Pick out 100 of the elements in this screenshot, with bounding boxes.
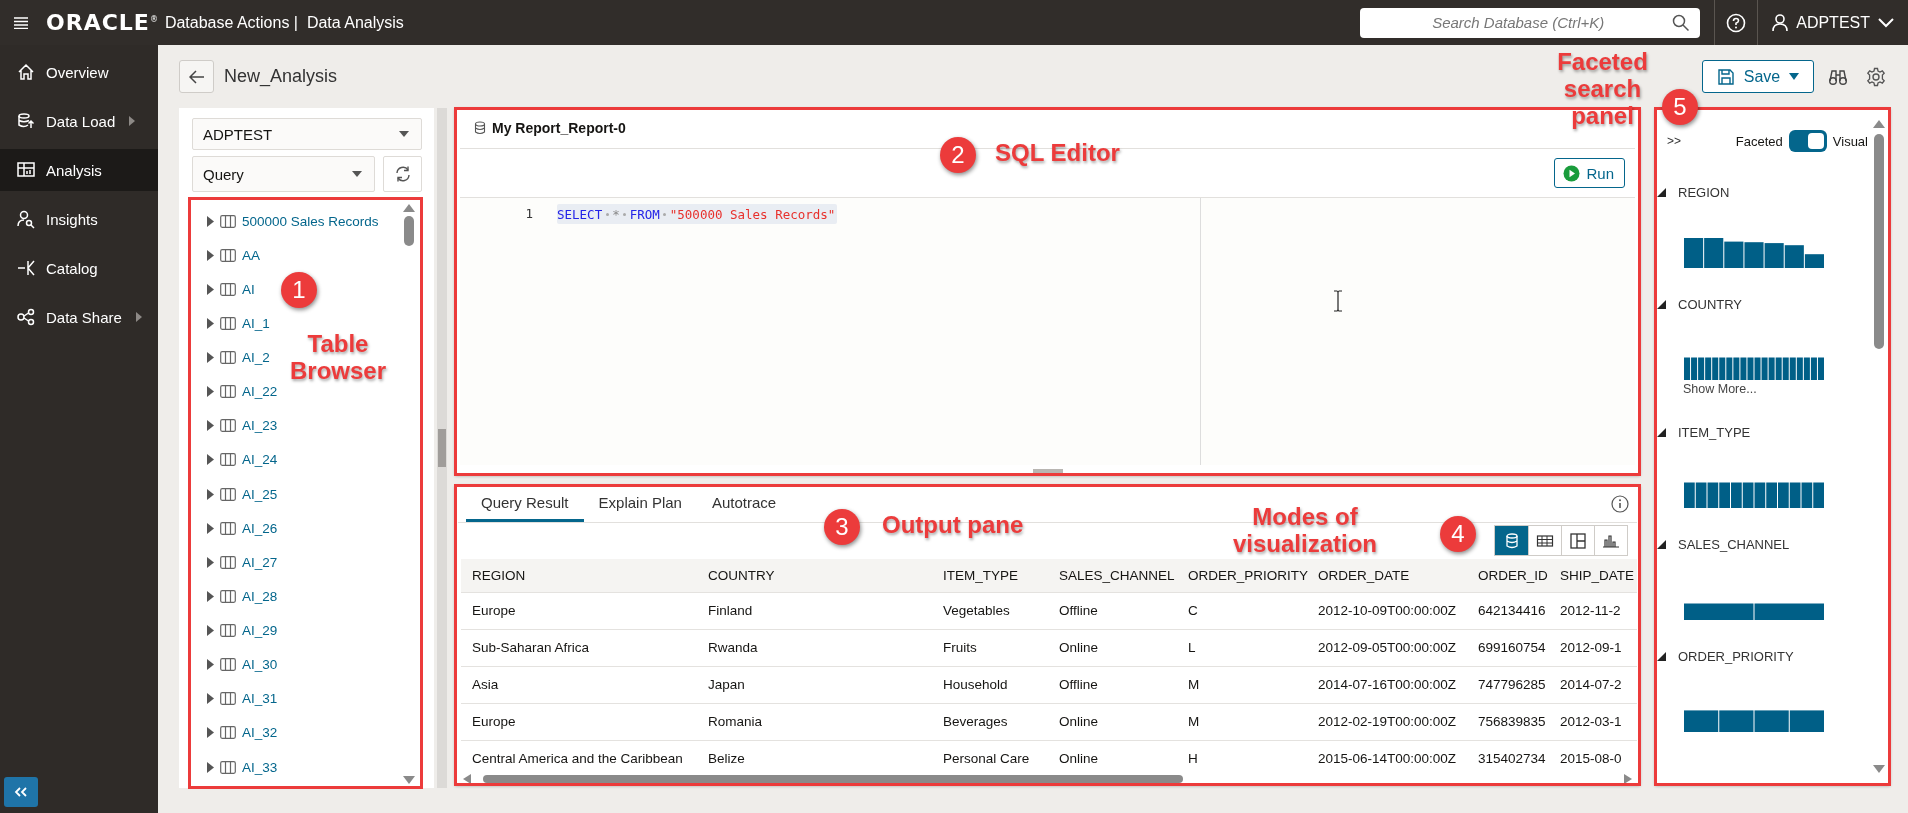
save-button[interactable]: Save bbox=[1702, 60, 1814, 93]
facet-title: REGION bbox=[1678, 184, 1730, 200]
scroll-down-icon[interactable] bbox=[403, 776, 415, 784]
table-icon bbox=[220, 692, 236, 706]
table-tree-item[interactable]: AI_25 bbox=[195, 477, 278, 512]
table-cell-text: 756839835 bbox=[1477, 714, 1547, 730]
resize-handle[interactable] bbox=[1032, 469, 1063, 475]
output-tab[interactable]: Query Result bbox=[466, 486, 584, 523]
column-header[interactable]: SHIP_DATE bbox=[1549, 567, 1637, 583]
scroll-right-icon[interactable] bbox=[1624, 774, 1632, 785]
info-icon[interactable] bbox=[1611, 494, 1629, 513]
table-tree-item[interactable]: AI_23 bbox=[195, 408, 278, 443]
scrollbar-thumb[interactable] bbox=[483, 775, 1183, 784]
scroll-left-icon[interactable] bbox=[463, 774, 471, 785]
table-tree-item[interactable]: AI_24 bbox=[195, 442, 278, 477]
facet-title: ITEM_TYPE bbox=[1678, 424, 1751, 440]
table-icon bbox=[220, 214, 236, 228]
column-header[interactable]: REGION bbox=[461, 567, 697, 583]
show-more-link[interactable]: Show More... bbox=[1683, 382, 1757, 396]
table-tree-item[interactable]: AI_33 bbox=[195, 750, 278, 785]
table-cell-text: Europe bbox=[471, 603, 517, 619]
table-tree-item[interactable]: AI_31 bbox=[195, 681, 278, 716]
collapse-triangle-icon[interactable] bbox=[1657, 651, 1666, 661]
run-button[interactable]: Run bbox=[1554, 158, 1625, 188]
output-tab[interactable]: Explain Plan bbox=[583, 486, 697, 523]
sidebar-item[interactable]: Data Share bbox=[0, 296, 158, 338]
table-cell-text: 2015-06-14T00:00:00Z bbox=[1317, 751, 1458, 767]
table-cell-text: Offline bbox=[1058, 677, 1099, 693]
table-tree-item[interactable]: AI_1 bbox=[195, 306, 270, 341]
splitter-handle[interactable] bbox=[438, 429, 446, 467]
object-type-select[interactable]: Query bbox=[192, 156, 375, 192]
help-icon bbox=[1726, 12, 1747, 33]
table-tree-item[interactable]: AI_29 bbox=[195, 613, 278, 648]
menu-icon[interactable] bbox=[14, 16, 28, 29]
table-cell-text: 2012-09-1 bbox=[1559, 640, 1623, 656]
column-header[interactable]: ORDER_ID bbox=[1467, 567, 1549, 583]
table-cell-text: 642134416 bbox=[1477, 603, 1547, 619]
search-field[interactable]: Search Database (Ctrl+K) bbox=[1360, 7, 1701, 38]
sidebar-item[interactable]: Insights bbox=[0, 198, 158, 240]
binoculars-icon bbox=[1828, 67, 1848, 86]
facet-title: COUNTRY bbox=[1678, 296, 1743, 312]
callout-number: 5 bbox=[1662, 89, 1698, 125]
table-icon bbox=[220, 555, 236, 569]
column-header[interactable]: ORDER_DATE bbox=[1307, 567, 1467, 583]
database-icon bbox=[474, 121, 486, 135]
table-tree-item[interactable]: AI_28 bbox=[195, 579, 278, 614]
callout-label: SQL Editor bbox=[995, 139, 1121, 166]
collapse-triangle-icon[interactable] bbox=[1657, 539, 1666, 549]
sidebar-item[interactable]: Catalog bbox=[0, 247, 158, 289]
schema-select[interactable]: ADPTEST bbox=[192, 118, 422, 150]
scroll-up-icon[interactable] bbox=[1873, 120, 1885, 128]
facet-title: ORDER_PRIORITY bbox=[1678, 648, 1794, 664]
database-upload-icon bbox=[16, 111, 36, 131]
collapse-triangle-icon[interactable] bbox=[1657, 427, 1666, 437]
collapse-facets-button[interactable]: >> bbox=[1663, 134, 1685, 148]
table-icon bbox=[220, 521, 236, 535]
callout-label: Table Browser bbox=[290, 330, 386, 384]
table-tree-item[interactable]: AI bbox=[195, 272, 255, 307]
scroll-down-icon[interactable] bbox=[1873, 765, 1885, 773]
table-tree-item[interactable]: AI_22 bbox=[195, 374, 278, 409]
sidebar-item[interactable]: Analysis bbox=[0, 149, 158, 191]
table-icon bbox=[220, 726, 236, 740]
facet-bars-drawing[interactable] bbox=[1684, 238, 1825, 268]
refresh-button[interactable] bbox=[383, 156, 422, 192]
column-header[interactable]: ITEM_TYPE bbox=[932, 567, 1048, 583]
home-icon bbox=[16, 62, 36, 82]
sidebar-item[interactable]: Data Load bbox=[0, 100, 158, 142]
column-header[interactable]: ORDER_PRIORITY bbox=[1177, 567, 1307, 583]
table-cell-text: 747796285 bbox=[1477, 677, 1547, 693]
table-tree-item[interactable]: AA bbox=[195, 238, 260, 273]
collapse-triangle-icon[interactable] bbox=[1657, 299, 1666, 309]
table-cell-text: Central America and the Caribbean bbox=[471, 751, 684, 767]
column-header[interactable]: SALES_CHANNEL bbox=[1048, 567, 1177, 583]
table-tree-item[interactable]: 500000 Sales Records bbox=[195, 204, 379, 239]
column-header[interactable]: COUNTRY bbox=[697, 567, 932, 583]
sidebar-item[interactable]: Overview bbox=[0, 51, 158, 93]
scrollbar-thumb[interactable] bbox=[1874, 134, 1884, 349]
catalog-icon bbox=[16, 258, 36, 278]
output-tab[interactable]: Autotrace bbox=[696, 486, 792, 523]
collapse-triangle-icon[interactable] bbox=[1657, 187, 1666, 197]
table-cell-text: Romania bbox=[707, 714, 764, 730]
play-icon bbox=[1563, 164, 1581, 182]
scrollbar-thumb[interactable] bbox=[404, 216, 414, 246]
table-tree-item[interactable]: AI_30 bbox=[195, 647, 278, 682]
user-menu[interactable]: ADPTEST bbox=[1758, 0, 1908, 45]
table-cell-text: 2012-03-1 bbox=[1559, 714, 1623, 730]
table-icon bbox=[220, 385, 236, 399]
caret-icon bbox=[399, 131, 409, 137]
table-cell-text: Sub-Saharan Africa bbox=[471, 640, 591, 656]
view-mode-button[interactable] bbox=[1495, 526, 1528, 556]
table-tree-item[interactable]: AI_27 bbox=[195, 545, 278, 580]
caret-icon bbox=[1789, 73, 1800, 80]
back-button[interactable] bbox=[179, 60, 214, 93]
scroll-up-icon[interactable] bbox=[403, 204, 415, 212]
view-toggle[interactable] bbox=[1788, 130, 1827, 152]
table-tree-item[interactable]: AI_26 bbox=[195, 511, 278, 546]
table-cell-text: Online bbox=[1058, 751, 1100, 767]
table-tree-item[interactable]: AI_2 bbox=[195, 340, 270, 375]
collapse-sidebar-button[interactable] bbox=[4, 777, 38, 807]
table-tree-item[interactable]: AI_32 bbox=[195, 715, 278, 750]
